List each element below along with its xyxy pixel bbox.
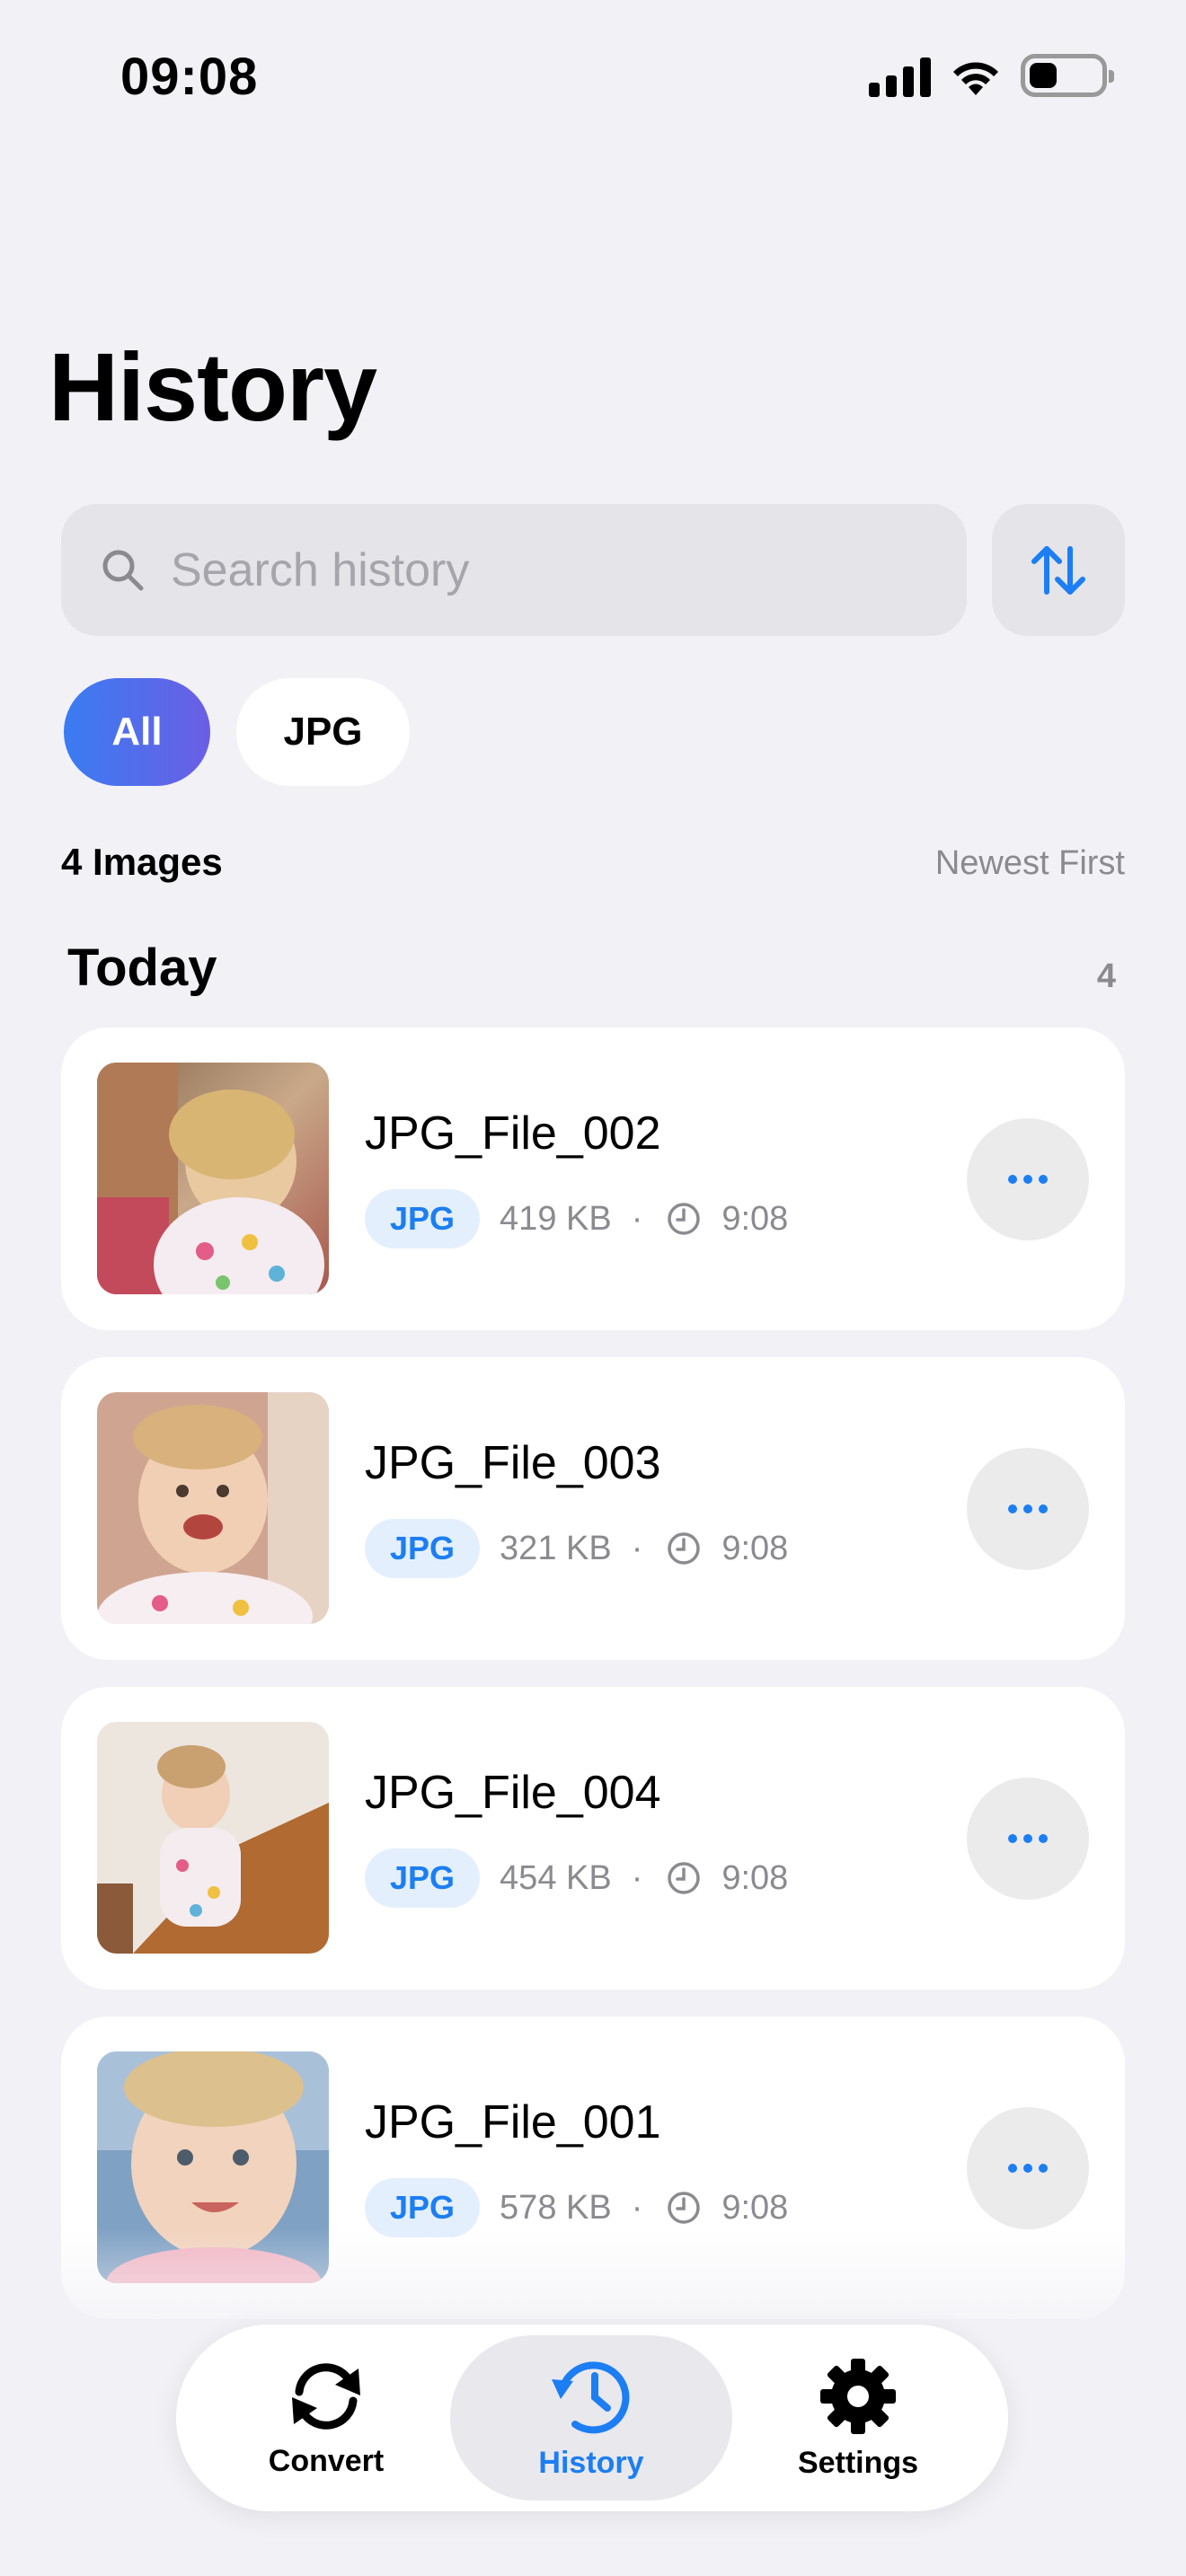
format-badge: JPG	[365, 1189, 481, 1248]
image-thumbnail	[97, 1722, 329, 1954]
file-size: 321 KB	[500, 1529, 612, 1567]
file-time: 9:08	[721, 1529, 789, 1567]
history-item-card[interactable]: JPG_File_002 JPG 419 KB · 9:08	[61, 1028, 1125, 1330]
tab-convert-label: Convert	[268, 2443, 385, 2478]
more-options-button[interactable]	[967, 1448, 1089, 1570]
file-time: 9:08	[721, 2188, 789, 2227]
tab-history[interactable]: History	[450, 2335, 732, 2501]
file-name: JPG_File_001	[365, 2096, 661, 2148]
wifi-icon	[953, 62, 998, 95]
file-meta: JPG 419 KB · 9:08	[365, 1189, 788, 1248]
filter-chip-jpg[interactable]: JPG	[236, 678, 410, 786]
more-options-button[interactable]	[967, 1778, 1089, 1900]
file-meta: JPG 321 KB · 9:08	[365, 1519, 788, 1578]
meta-separator: ·	[631, 1858, 643, 1897]
tab-convert[interactable]: Convert	[212, 2335, 440, 2501]
meta-separator: ·	[631, 1199, 643, 1238]
status-icons	[869, 54, 1114, 97]
history-item-card[interactable]: JPG_File_003 JPG 321 KB · 9:08	[61, 1357, 1125, 1660]
clock-icon	[666, 1860, 702, 1896]
history-screen: 09:08 History All JPG	[0, 0, 1186, 2576]
file-size: 454 KB	[500, 1858, 612, 1897]
format-badge: JPG	[365, 1519, 481, 1578]
sort-arrows-icon	[1031, 545, 1085, 595]
history-clock-icon	[552, 2360, 630, 2433]
more-options-button[interactable]	[967, 2107, 1089, 2229]
meta-separator: ·	[631, 1529, 643, 1567]
tab-settings[interactable]: Settings	[744, 2335, 972, 2501]
cellular-signal-icon	[869, 54, 931, 97]
clock-icon	[666, 2190, 702, 2226]
meta-separator: ·	[631, 2188, 643, 2227]
search-bar[interactable]	[61, 504, 967, 636]
file-name: JPG_File_004	[365, 1767, 661, 1819]
section-count: 4	[1096, 957, 1116, 995]
search-input[interactable]	[171, 543, 925, 597]
clock-icon	[666, 1531, 702, 1566]
battery-icon	[1021, 54, 1114, 97]
more-dots-icon	[1008, 1834, 1017, 1843]
format-badge: JPG	[365, 1848, 481, 1908]
more-dots-icon	[1008, 1504, 1017, 1513]
more-options-button[interactable]	[967, 1118, 1089, 1240]
more-dots-icon	[1008, 1175, 1017, 1184]
section-title-today: Today	[67, 939, 217, 997]
more-dots-icon	[1008, 2164, 1017, 2173]
file-name: JPG_File_003	[365, 1437, 661, 1489]
tab-bar: Convert History Settings	[176, 2325, 1008, 2511]
history-item-card[interactable]: JPG_File_004 JPG 454 KB · 9:08	[61, 1687, 1125, 1989]
filter-chip-all[interactable]: All	[64, 678, 210, 786]
sort-button[interactable]	[992, 504, 1125, 636]
refresh-icon	[292, 2362, 360, 2430]
file-name: JPG_File_002	[365, 1107, 661, 1160]
page-title: History	[49, 332, 377, 441]
gear-icon	[820, 2358, 896, 2434]
file-size: 419 KB	[500, 1199, 612, 1238]
file-time: 9:08	[721, 1858, 789, 1897]
sort-order-label[interactable]: Newest First	[935, 844, 1125, 883]
image-thumbnail	[97, 1392, 329, 1624]
tab-settings-label: Settings	[797, 2445, 919, 2480]
tab-history-label: History	[538, 2445, 644, 2480]
image-count-label: 4 Images	[61, 841, 223, 883]
file-meta: JPG 454 KB · 9:08	[365, 1848, 788, 1908]
file-time: 9:08	[721, 1199, 789, 1238]
file-size: 578 KB	[500, 2188, 612, 2227]
clock-icon	[666, 1201, 702, 1237]
status-time: 09:08	[120, 48, 259, 106]
search-icon	[102, 550, 144, 590]
image-thumbnail	[97, 1063, 329, 1294]
